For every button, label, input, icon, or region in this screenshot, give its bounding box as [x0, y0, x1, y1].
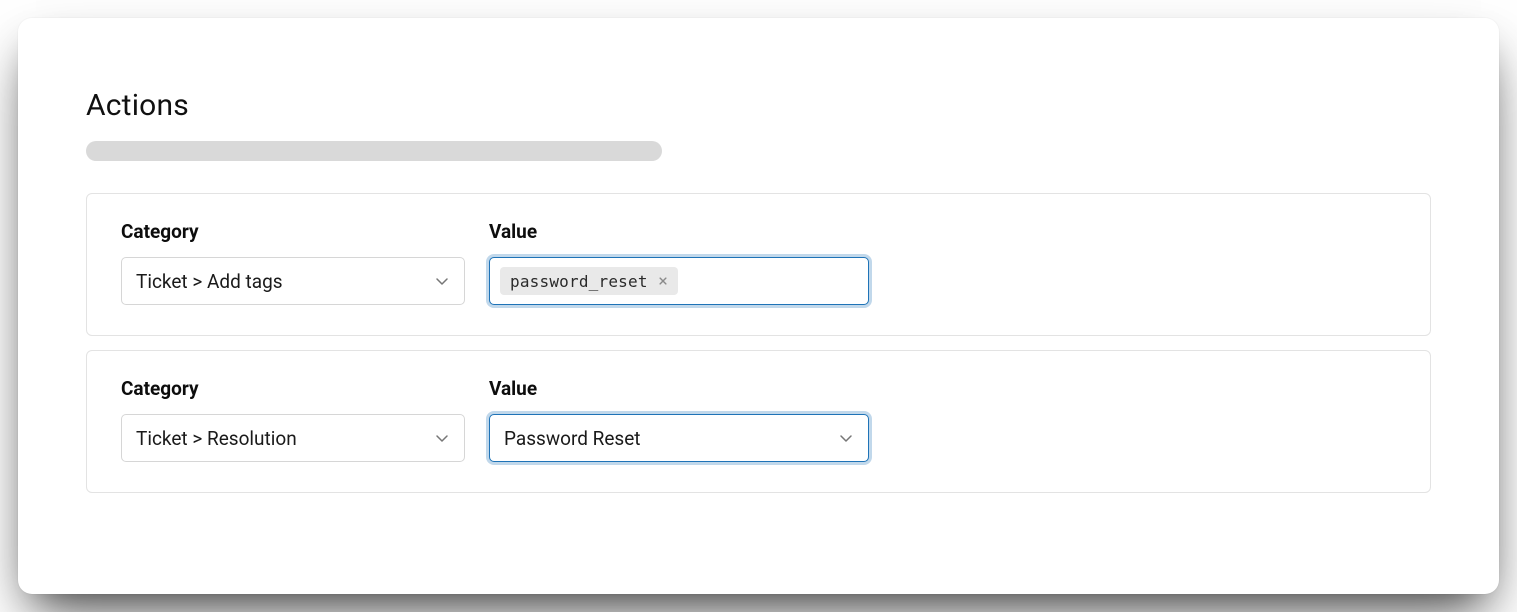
- value-label: Value: [489, 220, 869, 243]
- chevron-down-icon: [434, 430, 450, 446]
- category-label: Category: [121, 377, 489, 400]
- category-field: Category Ticket > Add tags: [121, 220, 489, 305]
- tags-input[interactable]: password_reset: [489, 257, 869, 305]
- section-title: Actions: [86, 88, 1431, 123]
- category-select[interactable]: Ticket > Resolution: [121, 414, 465, 462]
- actions-panel: Actions Category Ticket > Add tags Value: [18, 18, 1499, 594]
- category-field: Category Ticket > Resolution: [121, 377, 489, 462]
- action-row: Category Ticket > Resolution Value Passw…: [86, 350, 1431, 493]
- chevron-down-icon: [434, 273, 450, 289]
- category-select-value: Ticket > Add tags: [136, 270, 283, 293]
- value-field: Value Password Reset: [489, 377, 869, 462]
- value-select[interactable]: Password Reset: [489, 414, 869, 462]
- category-select-value: Ticket > Resolution: [136, 427, 297, 450]
- category-label: Category: [121, 220, 489, 243]
- value-label: Value: [489, 377, 869, 400]
- value-select-value: Password Reset: [504, 427, 641, 450]
- description-placeholder: [86, 141, 662, 161]
- close-icon[interactable]: [656, 274, 670, 288]
- chevron-down-icon: [838, 430, 854, 446]
- action-row: Category Ticket > Add tags Value passwor…: [86, 193, 1431, 336]
- tag: password_reset: [500, 267, 678, 295]
- tag-label: password_reset: [510, 272, 648, 291]
- actions-list: Category Ticket > Add tags Value passwor…: [86, 193, 1431, 493]
- value-field: Value password_reset: [489, 220, 869, 305]
- category-select[interactable]: Ticket > Add tags: [121, 257, 465, 305]
